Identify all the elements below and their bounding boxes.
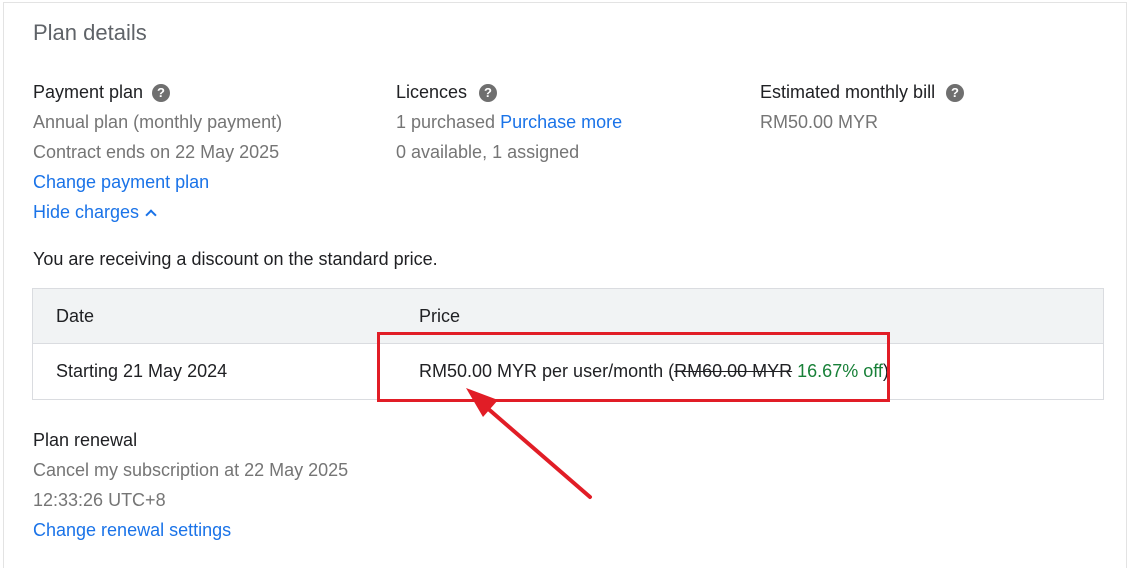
annotation-arrow-icon	[466, 388, 592, 499]
page-canvas: Plan details Payment plan ? Annual plan …	[0, 0, 1131, 568]
